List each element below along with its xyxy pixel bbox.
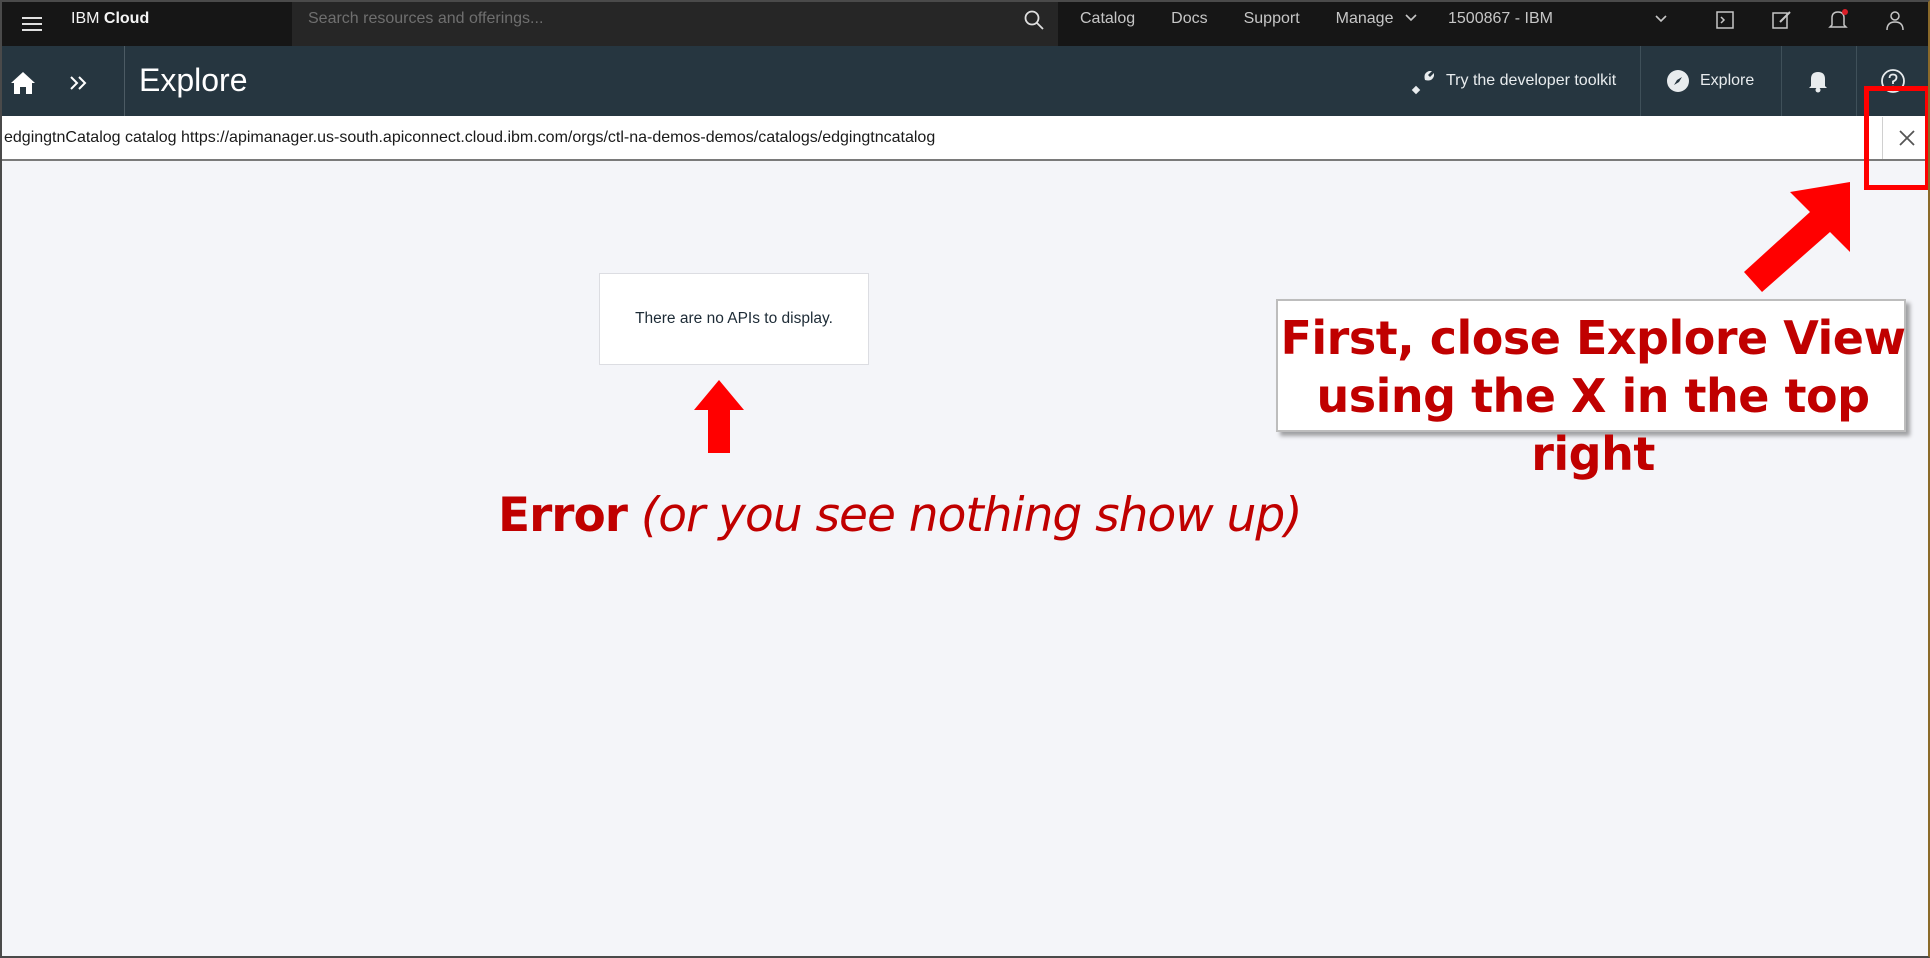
- brand[interactable]: IBM Cloud: [71, 2, 149, 46]
- chevron-down-icon: [1405, 14, 1417, 22]
- divider: [124, 46, 125, 116]
- compass-icon: [1667, 70, 1689, 92]
- alerts-button[interactable]: [1806, 46, 1830, 116]
- page-title: Explore: [139, 62, 248, 98]
- nav-docs[interactable]: Docs: [1153, 2, 1225, 38]
- search-icon[interactable]: [1022, 8, 1046, 32]
- empty-state-message: There are no APIs to display.: [635, 310, 833, 327]
- account-switcher[interactable]: 1500867 - IBM: [1448, 2, 1668, 38]
- catalog-url-bar: edgingtnCatalog catalog https://apimanag…: [2, 116, 1928, 161]
- close-button-highlight: [1864, 86, 1928, 190]
- nav-catalog[interactable]: Catalog: [1062, 2, 1153, 38]
- developer-toolkit-button[interactable]: Try the developer toolkit: [1410, 46, 1616, 116]
- explore-button[interactable]: Explore: [1666, 46, 1754, 116]
- divider: [1856, 46, 1857, 116]
- user-icon[interactable]: [1881, 6, 1909, 34]
- hamburger-icon: [22, 17, 42, 31]
- callout-line-1: First, close Explore View: [1280, 311, 1906, 365]
- nav-manage[interactable]: Manage: [1318, 2, 1436, 38]
- explore-header: Explore Try the developer toolkit Explor…: [2, 46, 1928, 116]
- nav-support[interactable]: Support: [1226, 2, 1318, 38]
- account-label: 1500867 - IBM: [1448, 10, 1553, 27]
- menu-button[interactable]: [10, 2, 54, 46]
- up-arrow-annotation: [694, 380, 744, 453]
- double-chevron-right-icon[interactable]: [66, 68, 92, 98]
- wrench-icon: [1411, 71, 1434, 95]
- divider: [1781, 46, 1782, 116]
- empty-state-card: There are no APIs to display.: [599, 273, 869, 365]
- callout-text: First, close Explore View using the X in…: [1278, 309, 1908, 483]
- home-icon[interactable]: [8, 68, 38, 98]
- developer-toolkit-label: Try the developer toolkit: [1446, 72, 1617, 89]
- bell-icon: [1809, 72, 1827, 93]
- top-nav: Catalog Docs Support Manage: [1062, 2, 1436, 46]
- error-annotation-italic: (or you see nothing show up): [640, 488, 1303, 543]
- instruction-callout: First, close Explore View using the X in…: [1276, 299, 1906, 481]
- nav-manage-label: Manage: [1335, 10, 1394, 27]
- brand-prefix: IBM: [71, 10, 100, 27]
- cost-estimator-icon[interactable]: [1711, 6, 1739, 34]
- divider: [1640, 46, 1641, 116]
- search-placeholder: Search resources and offerings...: [308, 10, 544, 27]
- chevron-down-icon: [1655, 15, 1667, 23]
- search-bar[interactable]: Search resources and offerings...: [292, 2, 1058, 46]
- diagonal-arrow-annotation: [1744, 182, 1850, 292]
- edit-icon[interactable]: [1768, 6, 1796, 34]
- ibm-cloud-topbar: IBM Cloud Search resources and offerings…: [2, 2, 1928, 46]
- catalog-url-text: edgingtnCatalog catalog https://apimanag…: [4, 129, 936, 146]
- error-annotation-bold: Error: [498, 488, 628, 543]
- app-window: IBM Cloud Search resources and offerings…: [0, 0, 1930, 958]
- callout-line-2: using the X in the top right: [1316, 369, 1870, 481]
- notification-icon[interactable]: [1824, 6, 1852, 34]
- explore-label: Explore: [1700, 72, 1755, 89]
- brand-suffix: Cloud: [103, 10, 150, 27]
- error-annotation: Error (or you see nothing show up): [498, 488, 1303, 543]
